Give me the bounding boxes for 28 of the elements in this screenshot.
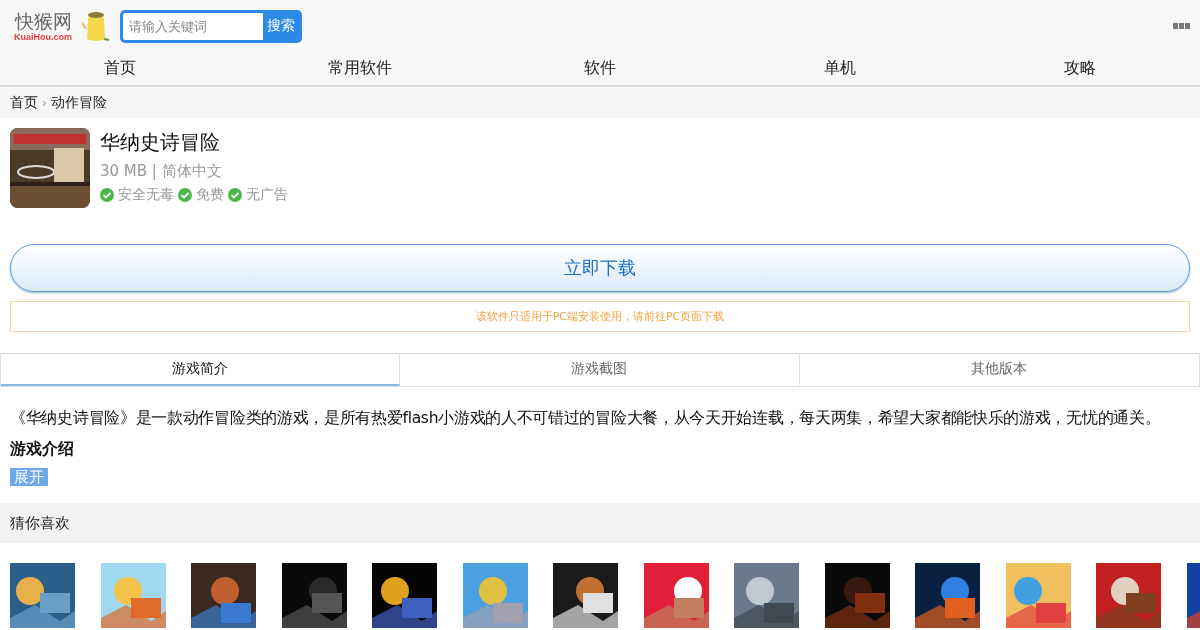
logo[interactable]: 快猴网 KuaiHou.com <box>10 10 76 42</box>
more-icon[interactable] <box>1173 23 1190 29</box>
mascot-drawing <box>82 9 110 43</box>
breadcrumb-link[interactable]: 动作冒险 <box>50 93 107 112</box>
badge-label: 安全无毒 <box>118 186 174 204</box>
nav-link[interactable]: 单机 <box>720 52 960 85</box>
breadcrumb-separator: › <box>42 95 47 110</box>
search-field[interactable]: 请输入关键词 搜索 <box>120 9 302 43</box>
check-icon <box>178 188 192 202</box>
app-title: 华纳史诗冒险 <box>100 129 221 156</box>
breadcrumb-link[interactable]: 首页 <box>10 93 38 112</box>
description: 《华纳史诗冒险》是一款动作冒险类的游戏，是所有热爱flash小游戏的人不可错过的冒险大餐，从今天开始连载，每天两集，希望大家都能快乐的游戏，无忧的通关。 <box>10 408 1162 429</box>
nav-link[interactable]: 常用软件 <box>240 52 480 85</box>
download-button[interactable]: 立即下载 <box>10 244 1190 292</box>
logo-name: 快猴网 <box>14 10 72 32</box>
logo-domain: KuaiHou.com <box>14 32 72 42</box>
check-icon <box>100 188 114 202</box>
nav-link[interactable]: 攻略 <box>960 52 1200 85</box>
app-meta: 30 MB | 简体中文 <box>100 161 223 182</box>
notice: 该软件只适用于PC端安装使用，请前往PC页面下载 <box>10 301 1190 332</box>
badge-label: 无广告 <box>246 186 288 204</box>
section-heading: 游戏介绍 <box>10 439 75 460</box>
section-title: 猜你喜欢 <box>10 513 70 533</box>
nav-link[interactable]: 首页 <box>0 52 240 85</box>
tab[interactable]: 游戏简介 <box>1 354 401 386</box>
nav-link[interactable]: 软件 <box>480 52 720 85</box>
badge-label: 免费 <box>196 186 224 204</box>
check-icon <box>228 188 242 202</box>
